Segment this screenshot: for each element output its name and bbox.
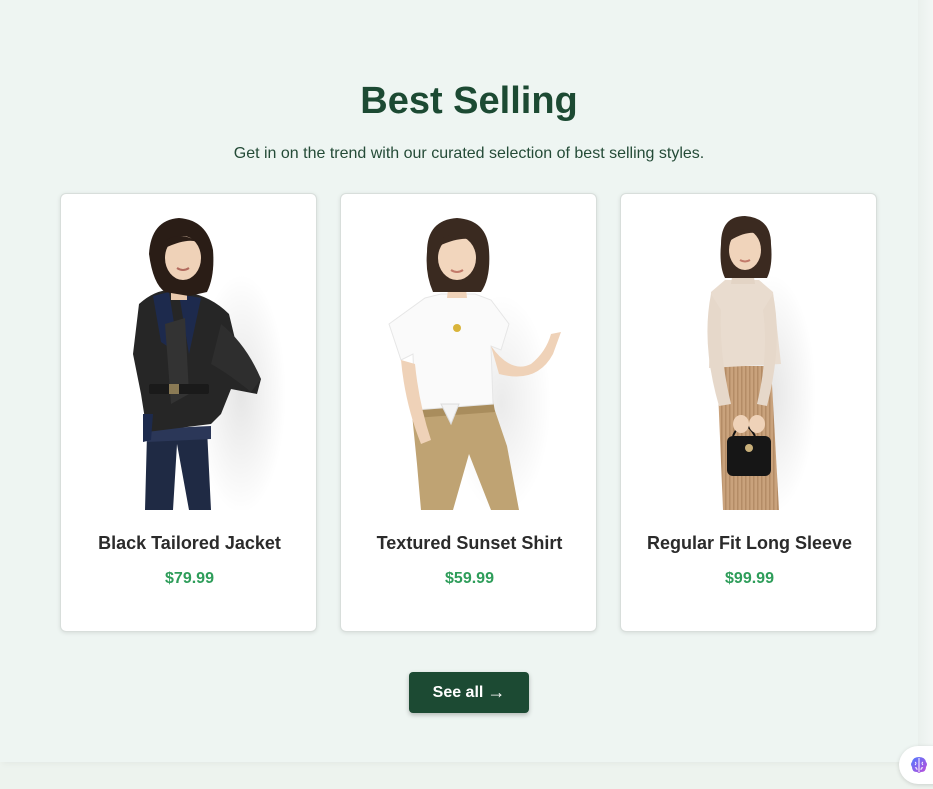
see-all-label: See all bbox=[432, 683, 484, 701]
product-price: $79.99 bbox=[165, 570, 214, 587]
product-price: $59.99 bbox=[445, 570, 494, 587]
product-name[interactable]: Black Tailored Jacket bbox=[61, 533, 318, 554]
section-subtitle: Get in on the trend with our curated sel… bbox=[233, 145, 705, 162]
see-all-button[interactable]: See all → bbox=[409, 672, 529, 713]
product-image[interactable] bbox=[341, 214, 598, 510]
woman-beige-turtleneck-skirt-photo bbox=[707, 216, 816, 510]
arrow-right-icon: → bbox=[487, 682, 506, 702]
product-name[interactable]: Textured Sunset Shirt bbox=[341, 533, 598, 554]
woman-white-tshirt-khaki-pants-photo bbox=[388, 218, 561, 510]
brain-icon bbox=[911, 757, 927, 773]
product-card-textured-sunset-shirt[interactable]: Textured Sunset Shirt $59.99 bbox=[340, 193, 597, 632]
section-title: Best Selling bbox=[360, 80, 578, 122]
product-price: $99.99 bbox=[725, 570, 774, 587]
assistant-fab-button[interactable] bbox=[899, 746, 933, 784]
product-name[interactable]: Regular Fit Long Sleeve bbox=[621, 533, 878, 554]
product-card-black-tailored-jacket[interactable]: Black Tailored Jacket $79.99 bbox=[60, 193, 317, 632]
woman-black-leather-jacket-photo bbox=[133, 218, 286, 510]
product-image[interactable] bbox=[61, 214, 318, 510]
product-image[interactable] bbox=[621, 214, 878, 510]
product-card-regular-fit-long-sleeve[interactable]: Regular Fit Long Sleeve $99.99 bbox=[620, 193, 877, 632]
